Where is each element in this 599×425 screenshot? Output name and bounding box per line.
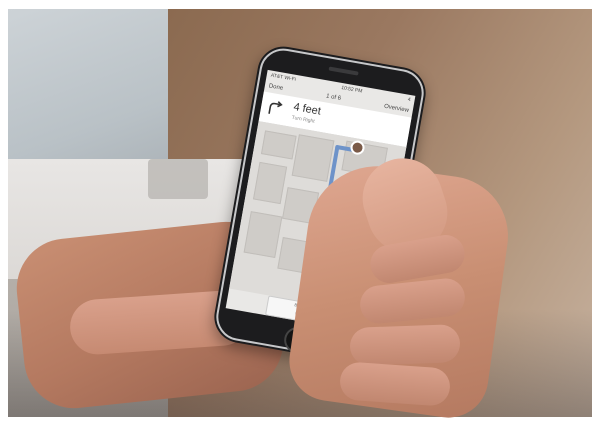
turn-right-arrow-icon — [268, 101, 283, 114]
table-leg-shadow — [148, 159, 208, 199]
battery-label: 4 — [407, 96, 412, 104]
done-button[interactable]: Done — [268, 83, 283, 91]
map-room — [291, 134, 335, 182]
map-room — [260, 130, 297, 160]
map-room — [243, 211, 283, 259]
map-room — [252, 161, 288, 205]
right-hand-finger — [338, 361, 452, 407]
phone-speaker — [328, 66, 359, 76]
step-counter: 1 of 6 — [325, 93, 342, 102]
right-hand-finger — [349, 324, 461, 366]
